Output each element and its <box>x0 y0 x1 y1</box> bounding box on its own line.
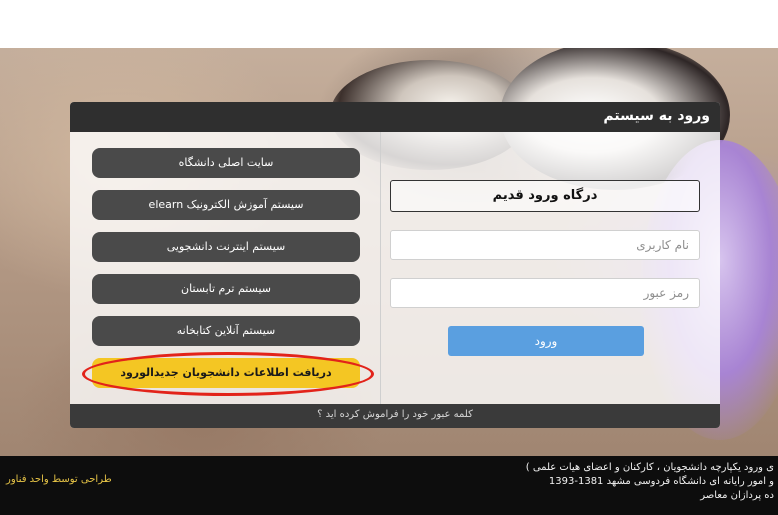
login-panel: ورود به سیستم سایت اصلی دانشگاه سیستم آم… <box>70 102 720 428</box>
old-portal-button[interactable]: درگاه ورود قدیم <box>390 180 700 212</box>
summer-term-button[interactable]: سیستم ترم تابستان <box>92 274 360 304</box>
library-online-button[interactable]: سیستم آنلاین کتابخانه <box>92 316 360 346</box>
elearn-system-button[interactable]: سیستم آموزش الکترونیک elearn <box>92 190 360 220</box>
panel-footer: کلمه عبور خود را فراموش کرده اید ؟ <box>70 404 720 428</box>
student-internet-button[interactable]: سیستم اینترنت دانشجویی <box>92 232 360 262</box>
footer-line-2: و امور رایانه ای دانشگاه فردوسی مشهد 138… <box>548 476 774 487</box>
highlight-ring <box>82 352 374 396</box>
password-input[interactable] <box>390 278 700 308</box>
username-input[interactable] <box>390 230 700 260</box>
footer-line-1: ی ورود یکپارچه دانشجویان ، کارکنان و اعض… <box>525 462 774 473</box>
forgot-password-link[interactable]: کلمه عبور خود را فراموش کرده اید ؟ <box>70 409 720 420</box>
panel-header: ورود به سیستم <box>70 102 720 132</box>
top-whitespace <box>0 0 778 48</box>
panel-divider <box>380 132 381 404</box>
page-footer: طراحی توسط واحد فناور ی ورود یکپارچه دان… <box>0 456 778 515</box>
university-site-button[interactable]: سایت اصلی دانشگاه <box>92 148 360 178</box>
footer-line-3: ده پردازان معاصر <box>700 490 774 501</box>
designer-credit: طراحی توسط واحد فناور <box>6 474 112 485</box>
login-title: ورود به سیستم <box>603 108 710 124</box>
login-submit-button[interactable]: ورود <box>448 326 644 356</box>
